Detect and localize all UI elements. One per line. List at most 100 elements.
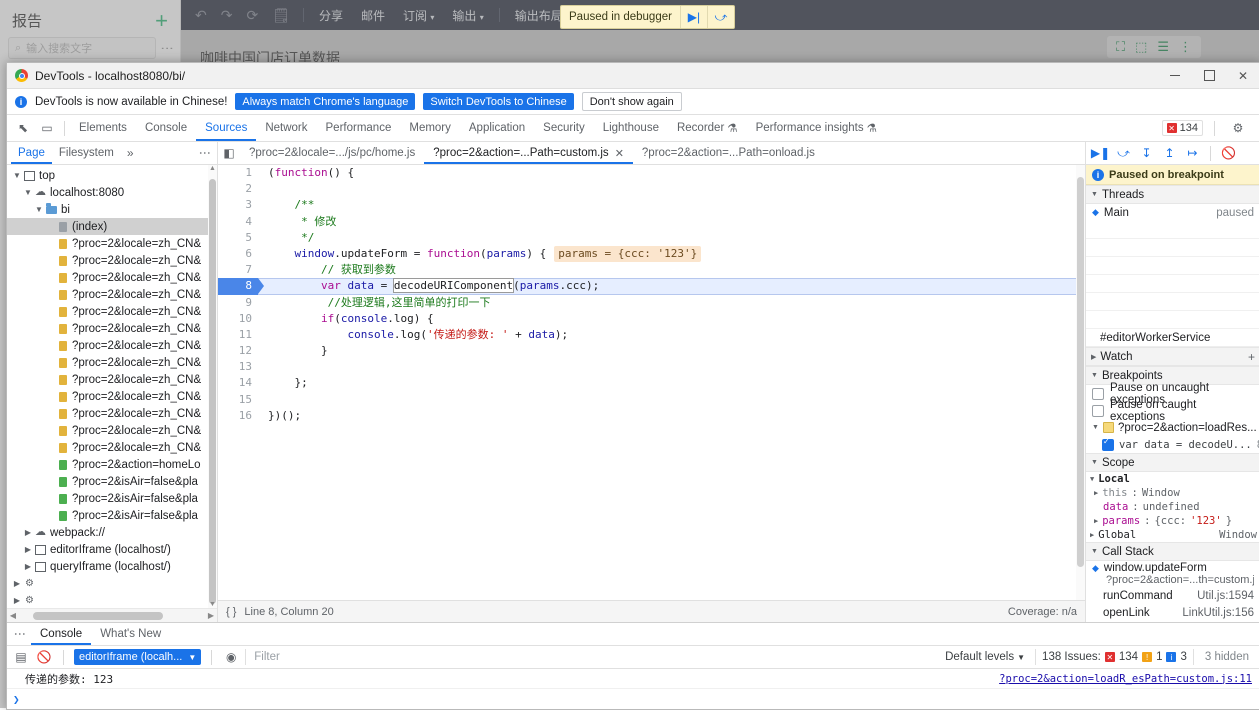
more-vertical-icon[interactable]: ⋮: [201, 147, 213, 159]
more-vertical-icon[interactable]: ⋮: [162, 42, 172, 55]
scrollbar-thumb[interactable]: [1077, 177, 1084, 567]
clear-console-icon[interactable]: 🚫: [35, 648, 53, 666]
chevron-down-icon[interactable]: ▼: [33, 205, 45, 214]
line-number[interactable]: 9: [218, 295, 258, 311]
line-number[interactable]: 13: [218, 359, 258, 375]
tree-row[interactable]: ?proc=2&locale=zh_CN&: [7, 286, 217, 303]
tree-row[interactable]: ?proc=2&locale=zh_CN&: [7, 439, 217, 456]
report-icon[interactable]: 🗒: [267, 7, 295, 24]
editor-tab-custom-js[interactable]: ?proc=2&action=...Path=custom.js ✕: [424, 143, 633, 164]
tab-security[interactable]: Security: [534, 116, 594, 141]
chevron-right-icon[interactable]: ▶: [22, 545, 34, 554]
scroll-up-arrow[interactable]: ▲: [208, 165, 217, 172]
console-message-source-link[interactable]: ?proc=2&action=loadR_esPath=custom.js:11: [999, 673, 1259, 685]
console-prompt[interactable]: ❯: [7, 689, 1259, 709]
tree-vertical-scrollbar[interactable]: ▲ ▼: [208, 165, 217, 608]
code-line[interactable]: 7 // 获取到参数: [218, 262, 1085, 278]
code-line[interactable]: 1(function() {: [218, 165, 1085, 181]
code-line[interactable]: 13: [218, 359, 1085, 375]
tree-row[interactable]: ▼bi: [7, 201, 217, 218]
code-line-current[interactable]: 8 var data = decodeURIComponent(params.c…: [218, 278, 1085, 294]
code-line[interactable]: 14 };: [218, 375, 1085, 391]
select-icon[interactable]: ⬚: [1132, 39, 1150, 55]
scope-entry-this[interactable]: ▶ this: Window: [1086, 486, 1259, 500]
bi-toolbar-share[interactable]: 分享: [312, 7, 350, 24]
tree-row[interactable]: ?proc=2&locale=zh_CN&: [7, 269, 217, 286]
dont-show-again-button[interactable]: Don't show again: [582, 92, 682, 111]
minimize-button[interactable]: [1158, 63, 1192, 88]
tree-row[interactable]: ▼☁localhost:8080: [7, 184, 217, 201]
list-icon[interactable]: ☰: [1154, 39, 1172, 55]
tab-console[interactable]: Console: [136, 116, 196, 141]
step-out-icon[interactable]: ↥: [1159, 143, 1180, 163]
panel-toggle-icon[interactable]: ◧: [218, 143, 240, 164]
thread-row-main[interactable]: ◆ Main paused: [1086, 204, 1259, 221]
console-filter-input[interactable]: Filter: [245, 649, 935, 665]
bi-toolbar-subscribe[interactable]: 订阅 ▾: [396, 7, 441, 24]
code-line[interactable]: 10 if(console.log) {: [218, 311, 1085, 327]
tab-performance-insights[interactable]: Performance insights⚗: [747, 116, 886, 141]
tree-row[interactable]: ?proc=2&locale=zh_CN&: [7, 422, 217, 439]
file-tree[interactable]: ▲ ▼ ▼top▼☁localhost:8080▼bi (index) ?pro…: [7, 165, 217, 608]
live-expression-icon[interactable]: ◉: [222, 648, 240, 666]
line-number[interactable]: 1: [218, 165, 258, 181]
tab-application[interactable]: Application: [460, 116, 534, 141]
tab-lighthouse[interactable]: Lighthouse: [594, 116, 668, 141]
section-threads[interactable]: ▼ Threads: [1086, 185, 1259, 204]
code-line[interactable]: 15: [218, 392, 1085, 408]
call-stack-frame[interactable]: openLink LinkUtil.js:156: [1086, 604, 1259, 621]
tree-row[interactable]: ?proc=2&action=homeLo: [7, 456, 217, 473]
tree-row[interactable]: ?proc=2&locale=zh_CN&: [7, 388, 217, 405]
resume-icon[interactable]: ▶|: [680, 6, 707, 28]
undo-icon[interactable]: ↶: [190, 7, 212, 24]
section-watch[interactable]: ▶ Watch +: [1086, 347, 1259, 366]
tree-row[interactable]: ▼top: [7, 167, 217, 184]
refresh-icon[interactable]: ⟳: [241, 7, 263, 24]
scope-entry-data[interactable]: data: undefined: [1086, 500, 1259, 514]
fullscreen-icon[interactable]: ⛶: [1113, 39, 1128, 55]
line-number[interactable]: 8: [218, 278, 258, 294]
bi-toolbar-export[interactable]: 输出 ▾: [445, 7, 490, 24]
bi-toolbar-mail[interactable]: 邮件: [354, 7, 392, 24]
device-toolbar-icon[interactable]: ▭: [35, 117, 59, 139]
tree-row[interactable]: ▶☁webpack://: [7, 524, 217, 541]
tree-row[interactable]: ?proc=2&locale=zh_CN&: [7, 303, 217, 320]
pretty-print-icon[interactable]: { }: [226, 606, 236, 618]
section-call-stack[interactable]: ▼ Call Stack: [1086, 542, 1259, 561]
line-number[interactable]: 6: [218, 246, 258, 262]
step-over-icon[interactable]: ⤻: [1113, 143, 1134, 163]
chevron-right-icon[interactable]: ▶: [22, 562, 34, 571]
more-vertical-icon[interactable]: ⋮: [9, 628, 31, 640]
code-line[interactable]: 9 //处理逻辑,这里简单的打印一下: [218, 295, 1085, 311]
pause-caught-exceptions-row[interactable]: Pause on caught exceptions: [1086, 402, 1259, 419]
tree-row[interactable]: ?proc=2&locale=zh_CN&: [7, 405, 217, 422]
plus-icon[interactable]: +: [1248, 350, 1255, 364]
issues-summary[interactable]: 138 Issues: ✕ 134 ! 1 i 3: [1035, 649, 1194, 665]
step-over-icon[interactable]: ⤻: [707, 6, 734, 28]
code-line[interactable]: 5 */: [218, 230, 1085, 246]
redo-icon[interactable]: ↷: [216, 7, 238, 24]
chevron-right-icon[interactable]: ▶: [22, 528, 34, 537]
tree-row[interactable]: ?proc=2&locale=zh_CN&: [7, 252, 217, 269]
resume-icon[interactable]: ▶❚: [1090, 143, 1111, 163]
line-number[interactable]: 2: [218, 181, 258, 197]
checkbox[interactable]: [1092, 388, 1104, 400]
line-number[interactable]: 4: [218, 214, 258, 230]
scope-entry-params[interactable]: ▶ params: {ccc: '123'}: [1086, 514, 1259, 528]
line-number[interactable]: 10: [218, 311, 258, 327]
drawer-tab-console[interactable]: Console: [31, 624, 91, 645]
deactivate-breakpoints-icon[interactable]: 🚫: [1218, 143, 1239, 163]
tab-sources[interactable]: Sources: [196, 116, 256, 141]
scope-local-header[interactable]: ▼ Local: [1086, 472, 1259, 486]
maximize-button[interactable]: [1192, 63, 1226, 88]
step-into-icon[interactable]: ↧: [1136, 143, 1157, 163]
tree-row[interactable]: ?proc=2&isAir=false&pla: [7, 490, 217, 507]
tree-row[interactable]: ?proc=2&locale=zh_CN&: [7, 320, 217, 337]
tab-memory[interactable]: Memory: [400, 116, 460, 141]
chevron-double-right-icon[interactable]: »: [121, 146, 140, 160]
tree-row[interactable]: ?proc=2&locale=zh_CN&: [7, 371, 217, 388]
tree-row[interactable]: (index): [7, 218, 217, 235]
line-number[interactable]: 11: [218, 327, 258, 343]
close-button[interactable]: ✕: [1226, 63, 1259, 88]
line-number[interactable]: 5: [218, 230, 258, 246]
